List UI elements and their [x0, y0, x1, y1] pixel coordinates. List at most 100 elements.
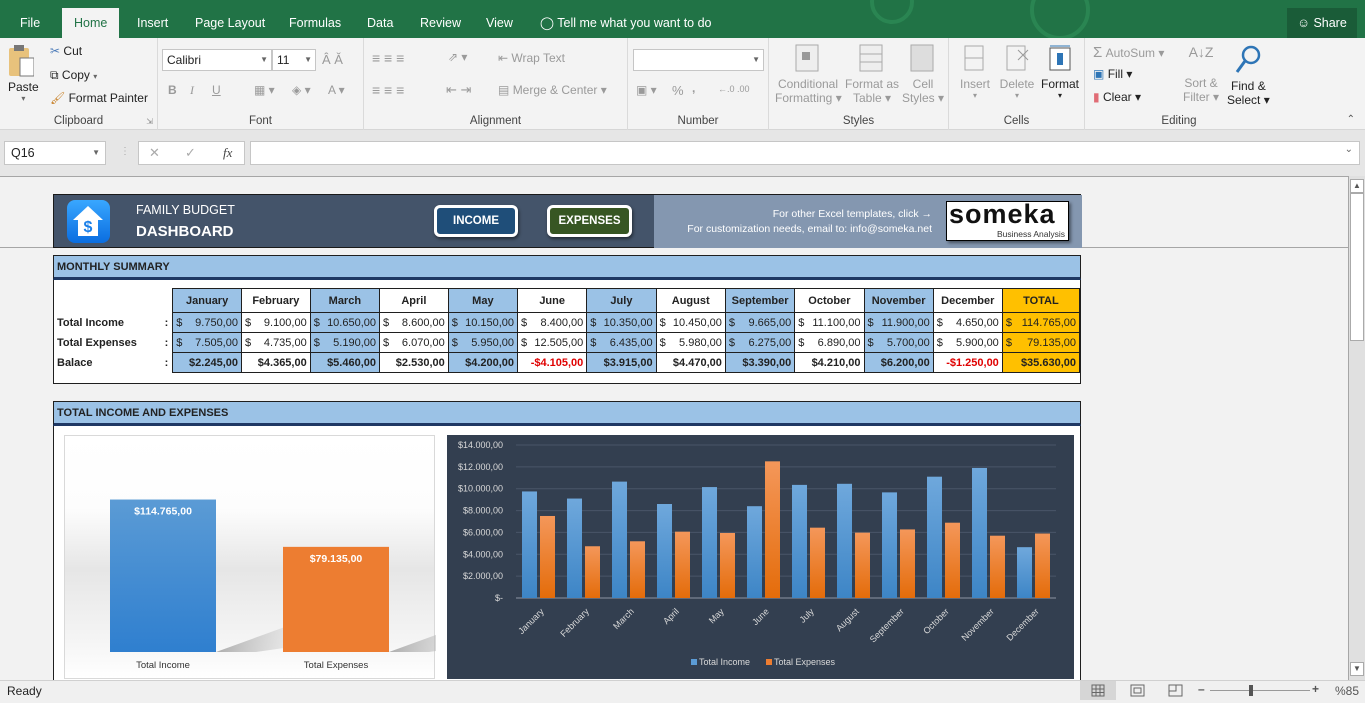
- borders-button[interactable]: ▦ ▾: [254, 83, 275, 97]
- value-cell[interactable]: $10.650,00: [309, 312, 381, 333]
- format-painter-button[interactable]: 🖌 Format Painter: [50, 91, 148, 105]
- enter-icon[interactable]: ✓: [185, 145, 196, 161]
- value-cell[interactable]: $12.505,00: [517, 332, 588, 353]
- horizontal-align-buttons[interactable]: ≡ ≡ ≡: [372, 82, 404, 98]
- templates-link[interactable]: For other Excel templates, click →: [773, 208, 932, 220]
- value-cell[interactable]: $5.190,00: [309, 332, 381, 353]
- dialog-launcher-icon[interactable]: ⇲: [146, 117, 153, 126]
- value-cell[interactable]: $114.765,00: [1001, 312, 1081, 333]
- value-cell[interactable]: $6.890,00: [794, 332, 865, 353]
- tab-insert[interactable]: Insert: [125, 8, 180, 38]
- vertical-scrollbar[interactable]: ▲ ▼: [1349, 176, 1365, 680]
- splitter-handle[interactable]: ⋮: [120, 146, 130, 157]
- balance-cell[interactable]: $5.460,00: [309, 352, 381, 373]
- balance-cell[interactable]: $3.915,00: [586, 352, 657, 373]
- vertical-align-buttons[interactable]: ≡ ≡ ≡: [372, 50, 404, 66]
- format-as-table-button[interactable]: Format as Table ▾: [843, 44, 901, 105]
- value-cell[interactable]: $5.950,00: [447, 332, 519, 353]
- balance-cell[interactable]: $4.200,00: [447, 352, 519, 373]
- underline-button[interactable]: U: [212, 83, 221, 97]
- cut-button[interactable]: ✂ Cut: [50, 44, 82, 58]
- value-cell[interactable]: $4.650,00: [932, 312, 1003, 333]
- zoom-level[interactable]: %85: [1335, 684, 1359, 698]
- tab-data[interactable]: Data: [355, 8, 405, 38]
- font-name-select[interactable]: Calibri ▼: [162, 49, 272, 71]
- value-cell[interactable]: $9.665,00: [724, 312, 796, 333]
- conditional-formatting-button[interactable]: Conditional Formatting ▾: [775, 44, 842, 105]
- scroll-up-button[interactable]: ▲: [1350, 179, 1364, 193]
- comma-button[interactable]: ,: [692, 81, 695, 95]
- value-cell[interactable]: $7.505,00: [172, 332, 242, 353]
- indent-buttons[interactable]: ⇤ ⇥: [446, 82, 471, 98]
- font-size-select[interactable]: 11 ▼: [272, 49, 316, 71]
- paste-button[interactable]: Paste ▾: [8, 44, 39, 103]
- formula-input[interactable]: ⌄: [250, 141, 1360, 165]
- normal-view-button[interactable]: [1080, 681, 1116, 700]
- autosum-button[interactable]: Σ AutoSum ▾: [1093, 44, 1164, 61]
- value-cell[interactable]: $11.900,00: [863, 312, 934, 333]
- bold-button[interactable]: B: [168, 83, 177, 97]
- value-cell[interactable]: $10.150,00: [447, 312, 519, 333]
- balance-cell[interactable]: $6.200,00: [863, 352, 934, 373]
- tab-file[interactable]: File: [8, 8, 52, 38]
- value-cell[interactable]: $6.275,00: [724, 332, 796, 353]
- page-layout-view-button[interactable]: [1128, 681, 1148, 700]
- worksheet[interactable]: $ FAMILY BUDGET DASHBOARD INCOME EXPENSE…: [0, 176, 1349, 680]
- tab-review[interactable]: Review: [408, 8, 473, 38]
- cell-styles-button[interactable]: Cell Styles ▾: [901, 44, 945, 105]
- format-cells-button[interactable]: Format ▾: [1039, 44, 1081, 100]
- insert-cells-button[interactable]: Insert ▾: [955, 44, 995, 100]
- value-cell[interactable]: $6.070,00: [379, 332, 449, 353]
- insert-function-icon[interactable]: fx: [223, 145, 232, 161]
- value-cell[interactable]: $5.980,00: [655, 332, 726, 353]
- wrap-text-button[interactable]: ⇤ Wrap Text: [498, 51, 565, 65]
- balance-cell[interactable]: -$4.105,00: [517, 352, 588, 373]
- zoom-slider-handle[interactable]: [1249, 685, 1253, 696]
- balance-cell[interactable]: $4.365,00: [240, 352, 311, 373]
- tab-page-layout[interactable]: Page Layout: [183, 8, 277, 38]
- percent-button[interactable]: %: [672, 83, 684, 98]
- tab-formulas[interactable]: Formulas: [277, 8, 353, 38]
- income-button[interactable]: INCOME: [434, 205, 518, 237]
- zoom-out-button[interactable]: –: [1198, 682, 1205, 696]
- merge-center-button[interactable]: ▤ Merge & Center ▾: [498, 83, 607, 97]
- italic-button[interactable]: I: [190, 83, 194, 98]
- orientation-button[interactable]: ⇗ ▾: [448, 50, 467, 64]
- value-cell[interactable]: $5.700,00: [863, 332, 934, 353]
- expand-formula-icon[interactable]: ⌄: [1345, 144, 1353, 155]
- value-cell[interactable]: $79.135,00: [1001, 332, 1081, 353]
- sort-filter-button[interactable]: A↓Z Sort & Filter ▾: [1183, 44, 1219, 104]
- collapse-ribbon-icon[interactable]: ⌃: [1347, 114, 1355, 125]
- cancel-icon[interactable]: ✕: [149, 145, 160, 161]
- fill-color-button[interactable]: ◈ ▾: [292, 83, 311, 97]
- balance-cell[interactable]: $2.530,00: [379, 352, 449, 373]
- someka-logo[interactable]: someka Business Analysis: [946, 199, 1069, 241]
- share-button[interactable]: ☺ Share: [1287, 8, 1357, 38]
- tell-me-search[interactable]: ◯ Tell me what you want to do: [528, 8, 724, 38]
- expenses-button[interactable]: EXPENSES: [547, 205, 632, 237]
- scroll-thumb[interactable]: [1350, 193, 1364, 341]
- decimal-buttons[interactable]: ←.0 .00: [718, 84, 750, 94]
- value-cell[interactable]: $11.100,00: [794, 312, 865, 333]
- clear-button[interactable]: ▮ Clear ▾: [1093, 90, 1141, 104]
- name-box[interactable]: Q16 ▼: [4, 141, 106, 165]
- copy-button[interactable]: ⧉ Copy ▾: [50, 68, 97, 83]
- value-cell[interactable]: $8.600,00: [379, 312, 449, 333]
- value-cell[interactable]: $9.100,00: [240, 312, 311, 333]
- value-cell[interactable]: $4.735,00: [240, 332, 311, 353]
- balance-cell[interactable]: $4.210,00: [794, 352, 865, 373]
- grow-font-button[interactable]: Â Ǎ: [322, 52, 343, 67]
- tab-view[interactable]: View: [474, 8, 525, 38]
- font-color-button[interactable]: A ▾: [328, 83, 345, 97]
- page-break-view-button[interactable]: [1166, 681, 1186, 700]
- find-select-button[interactable]: Find & Select ▾: [1227, 44, 1270, 107]
- balance-cell[interactable]: $2.245,00: [172, 352, 242, 373]
- value-cell[interactable]: $5.900,00: [932, 332, 1003, 353]
- number-format-select[interactable]: ▼: [633, 49, 764, 71]
- value-cell[interactable]: $10.450,00: [655, 312, 726, 333]
- balance-cell[interactable]: -$1.250,00: [932, 352, 1003, 373]
- value-cell[interactable]: $9.750,00: [172, 312, 242, 333]
- delete-cells-button[interactable]: Delete ▾: [997, 44, 1037, 100]
- balance-cell[interactable]: $3.390,00: [724, 352, 796, 373]
- zoom-slider-track[interactable]: [1210, 690, 1310, 691]
